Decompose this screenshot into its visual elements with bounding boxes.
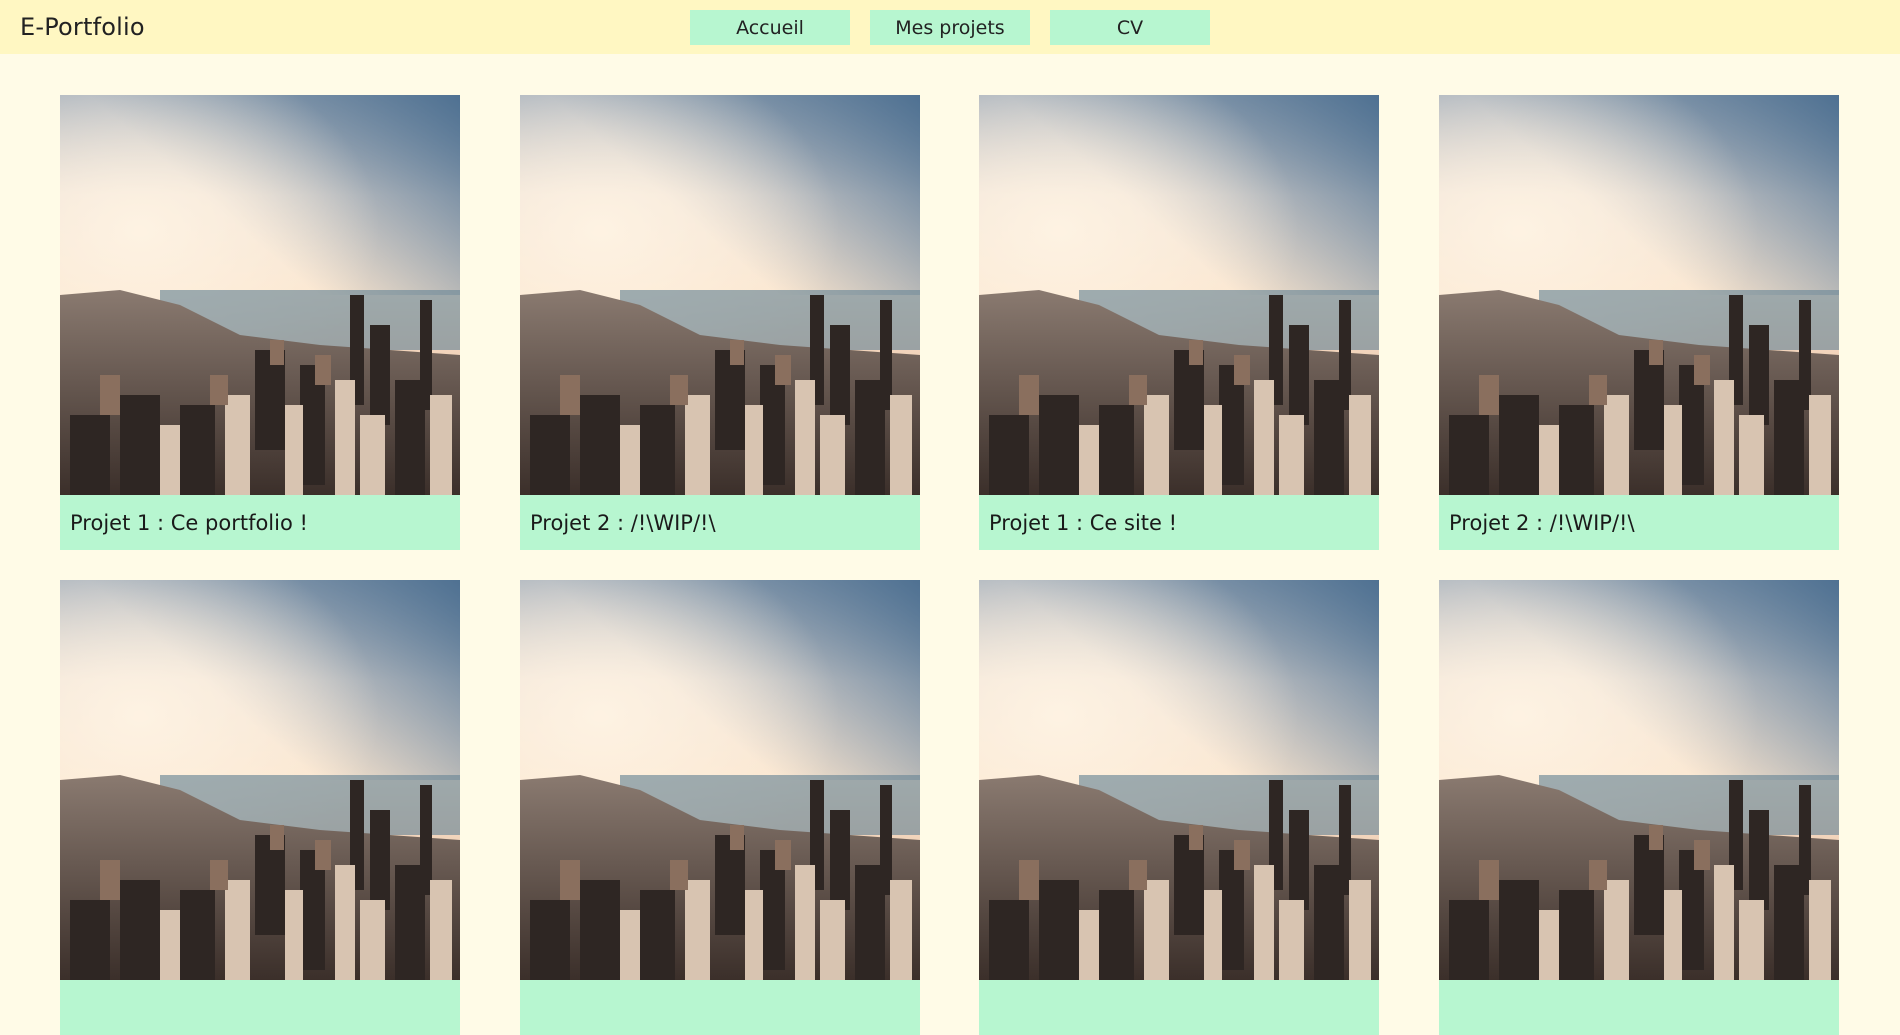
project-card[interactable]: Projet 1 : Ce portfolio ! [60, 95, 460, 550]
top-header: E-Portfolio Accueil Mes projets CV [0, 0, 1900, 54]
project-caption: Projet 2 : /!\WIP/!\ [520, 495, 920, 550]
project-card[interactable]: Projet 2 : /!\WIP/!\ [1439, 95, 1839, 550]
project-thumbnail-image [520, 580, 920, 980]
project-thumbnail-image [1439, 95, 1839, 495]
project-thumbnail-image [979, 95, 1379, 495]
project-card[interactable] [60, 580, 460, 1035]
project-caption [520, 980, 920, 1035]
project-card[interactable]: Projet 1 : Ce site ! [979, 95, 1379, 550]
project-caption: Projet 1 : Ce site ! [979, 495, 1379, 550]
project-card[interactable] [979, 580, 1379, 1035]
main-nav: Accueil Mes projets CV [690, 10, 1210, 45]
nav-accueil-button[interactable]: Accueil [690, 10, 850, 45]
project-thumbnail-image [60, 580, 460, 980]
project-caption: Projet 2 : /!\WIP/!\ [1439, 495, 1839, 550]
nav-cv-button[interactable]: CV [1050, 10, 1210, 45]
project-thumbnail-image [520, 95, 920, 495]
project-caption [979, 980, 1379, 1035]
project-card[interactable] [1439, 580, 1839, 1035]
project-thumbnail-image [1439, 580, 1839, 980]
project-card[interactable]: Projet 2 : /!\WIP/!\ [520, 95, 920, 550]
project-caption [1439, 980, 1839, 1035]
site-brand[interactable]: E-Portfolio [20, 13, 145, 41]
project-thumbnail-image [60, 95, 460, 495]
project-card[interactable] [520, 580, 920, 1035]
project-thumbnail-image [979, 580, 1379, 980]
nav-mes-projets-button[interactable]: Mes projets [870, 10, 1030, 45]
project-caption [60, 980, 460, 1035]
project-caption: Projet 1 : Ce portfolio ! [60, 495, 460, 550]
